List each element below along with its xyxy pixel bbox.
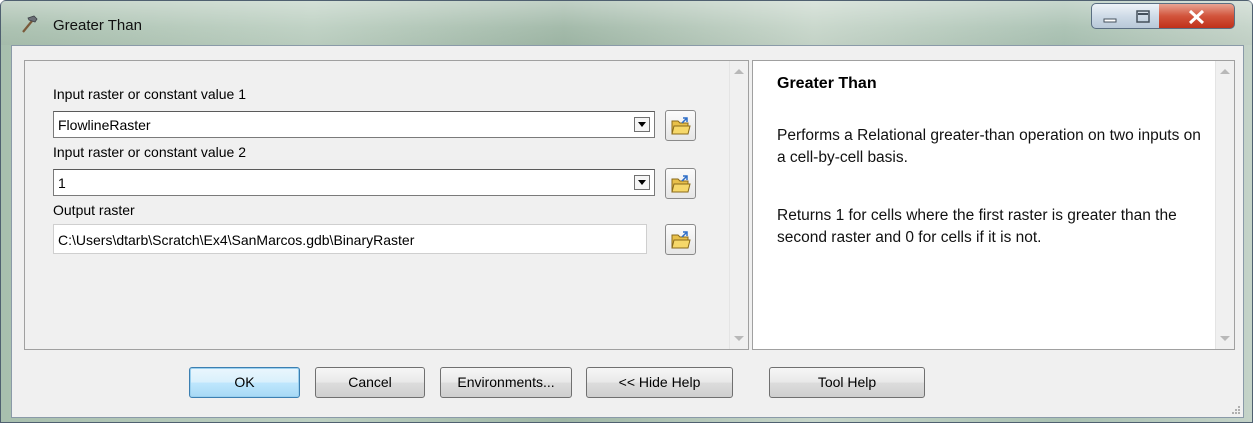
dropdown-arrow-icon[interactable] [634, 117, 650, 132]
ok-button[interactable]: OK [189, 367, 300, 398]
input1-value: FlowlineRaster [58, 117, 151, 133]
dialog-client-area: Input raster or constant value 1 Flowlin… [11, 45, 1244, 418]
help-returns: Returns 1 for cells where the first rast… [777, 207, 1177, 246]
scroll-down-icon[interactable] [734, 336, 744, 341]
input1-label: Input raster or constant value 1 [53, 86, 246, 102]
cancel-button[interactable]: Cancel [315, 367, 425, 398]
open-folder-icon [671, 231, 691, 249]
input2-value: 1 [58, 175, 66, 191]
open-folder-icon [671, 117, 691, 135]
close-icon [1188, 9, 1205, 25]
help-title: Greater Than [777, 75, 877, 92]
minimize-button[interactable] [1091, 3, 1127, 29]
help-panel: Greater Than Performs a Relational great… [752, 60, 1235, 350]
parameters-scrollbar[interactable] [729, 61, 748, 349]
scroll-up-icon[interactable] [734, 69, 744, 74]
maximize-button[interactable] [1126, 3, 1160, 29]
output-label: Output raster [53, 202, 135, 218]
open-folder-icon [671, 175, 691, 193]
scroll-down-icon[interactable] [1220, 336, 1230, 341]
help-description: Performs a Relational greater-than opera… [777, 127, 1201, 166]
environments-button[interactable]: Environments... [440, 367, 572, 398]
close-button[interactable] [1159, 3, 1235, 29]
dropdown-arrow-icon[interactable] [634, 175, 650, 190]
input2-combobox[interactable]: 1 [53, 169, 655, 196]
input1-browse-button[interactable] [665, 110, 696, 141]
dialog-window: Greater Than Input raster or constant va… [0, 0, 1253, 423]
title-bar[interactable]: Greater Than [1, 1, 1252, 45]
output-raster-field[interactable]: C:\Users\dtarb\Scratch\Ex4\SanMarcos.gdb… [53, 224, 647, 254]
output-browse-button[interactable] [665, 224, 696, 255]
scroll-up-icon[interactable] [1220, 69, 1230, 74]
hammer-icon [19, 14, 39, 34]
input1-combobox[interactable]: FlowlineRaster [53, 111, 655, 138]
resize-grip-icon[interactable] [1231, 405, 1241, 415]
input2-browse-button[interactable] [665, 168, 696, 199]
window-title: Greater Than [53, 17, 142, 34]
input2-label: Input raster or constant value 2 [53, 144, 246, 160]
minimize-icon [1103, 18, 1117, 23]
tool-help-button[interactable]: Tool Help [769, 367, 925, 398]
hide-help-button[interactable]: << Hide Help [586, 367, 733, 398]
help-scrollbar[interactable] [1215, 61, 1234, 349]
output-value: C:\Users\dtarb\Scratch\Ex4\SanMarcos.gdb… [58, 232, 415, 248]
parameters-panel: Input raster or constant value 1 Flowlin… [24, 60, 749, 350]
maximize-icon [1136, 10, 1150, 23]
